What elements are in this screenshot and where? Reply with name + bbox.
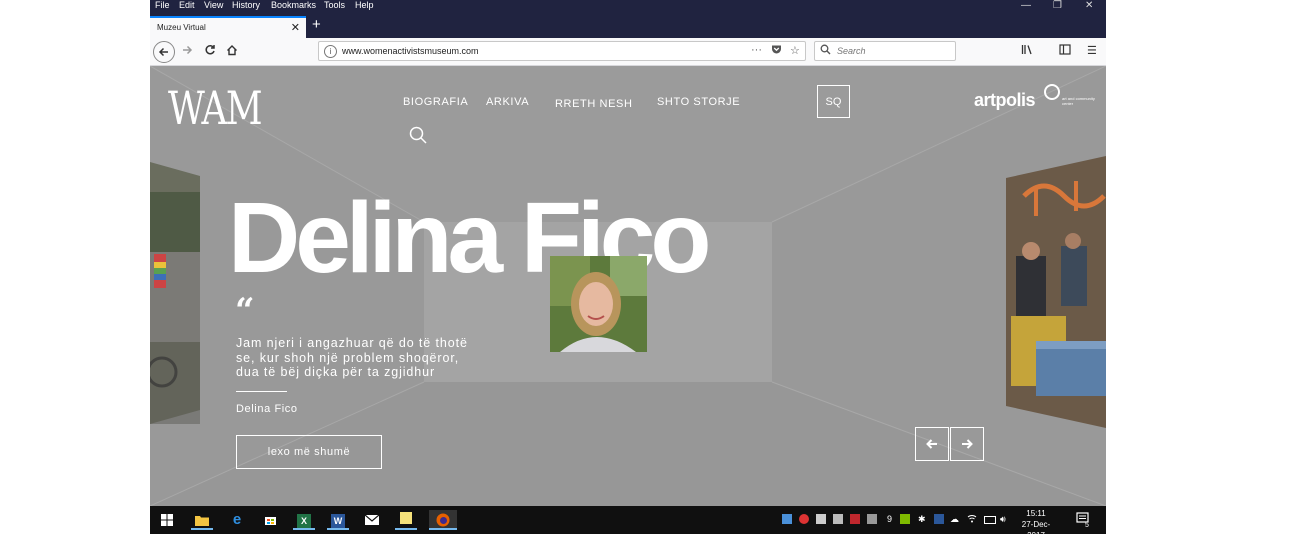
tray-pdf-icon[interactable] — [850, 514, 860, 527]
file-explorer-icon[interactable] — [191, 510, 213, 530]
library-icon[interactable] — [1021, 44, 1033, 58]
menu-tools[interactable]: Tools — [324, 0, 345, 11]
arrow-right-icon — [962, 439, 973, 449]
tray-word-icon[interactable] — [934, 514, 944, 527]
quote-text: Jam njeri i angazhuar që do të thotë se,… — [236, 336, 496, 380]
clock-time: 15:11 — [1026, 509, 1046, 518]
home-icon — [227, 45, 237, 56]
close-window-button[interactable]: ✕ — [1085, 0, 1093, 11]
tray-count-badge[interactable]: 9 — [887, 514, 892, 525]
excel-icon[interactable]: X — [293, 510, 315, 530]
quote-divider — [236, 391, 287, 392]
quote-line-1: Jam njeri i angazhuar që do të thotë — [236, 336, 468, 350]
forward-button[interactable] — [177, 42, 197, 62]
forward-arrow-icon — [183, 45, 193, 55]
mail-icon[interactable] — [361, 510, 383, 530]
windows-taskbar: e X W 9 ✱ ☁ 🔊︎ 15:11 27-Dec- 5 — [150, 506, 1106, 534]
sidebar-icon[interactable] — [1059, 44, 1071, 58]
browser-window: File Edit View History Bookmarks Tools H… — [150, 0, 1106, 534]
word-icon[interactable]: W — [327, 510, 349, 530]
clock-date: 27-Dec-2017 — [1021, 520, 1051, 534]
search-bar[interactable] — [814, 41, 956, 61]
menu-edit[interactable]: Edit — [179, 0, 195, 11]
pocket-icon[interactable] — [771, 44, 782, 58]
tab-close-icon[interactable]: ✕ — [291, 21, 300, 34]
wam-logo[interactable]: WAM — [168, 82, 263, 134]
tray-app-icon-2[interactable] — [799, 514, 809, 527]
quote-line-2: se, kur shoh një problem shoqëror, — [236, 350, 460, 365]
language-button[interactable]: SQ — [817, 85, 850, 118]
back-arrow-icon — [158, 47, 168, 57]
search-input[interactable] — [835, 45, 949, 57]
read-more-button[interactable]: lexo më shumë — [236, 435, 382, 469]
system-clock[interactable]: 15:11 27-Dec-2017 — [1016, 508, 1056, 534]
tab-title: Muzeu Virtual — [157, 23, 206, 32]
artpolis-subtitle: art and community center — [1062, 96, 1095, 106]
site-search-icon[interactable] — [409, 126, 427, 149]
onedrive-icon[interactable]: ☁ — [950, 514, 959, 525]
artpolis-logo[interactable]: artpolis — [974, 90, 1036, 111]
tray-app-icon-5[interactable] — [867, 514, 877, 527]
tray-app-icon-6[interactable] — [900, 514, 910, 527]
hamburger-menu-icon[interactable]: ☰ — [1087, 44, 1097, 57]
volume-icon[interactable]: 🔊︎ — [1000, 514, 1006, 525]
nav-arkiva[interactable]: ARKIVA — [486, 96, 529, 108]
reload-icon — [205, 45, 215, 55]
windows-logo-icon — [161, 514, 173, 526]
tray-app-icon-1[interactable] — [782, 514, 792, 527]
quote-author: Delina Fico — [236, 403, 298, 415]
minimize-button[interactable]: — — [1021, 0, 1031, 11]
bookmark-star-icon[interactable]: ☆ — [790, 44, 800, 57]
page-actions-icon[interactable]: ··· — [751, 44, 762, 56]
quote-mark: “ — [235, 291, 255, 331]
new-tab-button[interactable]: + — [312, 17, 321, 32]
left-gallery-photo[interactable] — [150, 162, 200, 424]
arrow-left-icon — [926, 439, 937, 449]
site-info-icon[interactable]: i — [324, 45, 337, 58]
start-button[interactable] — [156, 510, 178, 530]
tray-app-icon-3[interactable] — [816, 514, 826, 527]
bluetooth-icon[interactable]: ✱ — [918, 514, 926, 525]
navigation-toolbar: i www.womenactivistsmuseum.com ··· ☆ ☰ — [150, 38, 1106, 66]
nav-biografia[interactable]: BIOGRAFIA — [403, 96, 468, 108]
notification-count-badge: 5 — [1085, 522, 1089, 529]
quote-line-3: dua të bëj diçka për ta zgjidhur — [236, 365, 436, 379]
back-button[interactable] — [153, 41, 175, 63]
wifi-icon[interactable] — [967, 514, 977, 526]
url-text[interactable]: www.womenactivistsmuseum.com — [342, 46, 479, 56]
portrait-photo[interactable] — [550, 256, 647, 352]
store-icon[interactable] — [259, 510, 281, 530]
menu-history[interactable]: History — [232, 0, 260, 11]
menu-bookmarks[interactable]: Bookmarks — [271, 0, 316, 11]
menu-bar: File Edit View History Bookmarks Tools H… — [150, 0, 1106, 14]
tray-app-icon-4[interactable] — [833, 514, 843, 527]
next-slide-button[interactable] — [950, 427, 984, 461]
menu-file[interactable]: File — [155, 0, 170, 11]
battery-icon[interactable] — [984, 514, 996, 527]
url-bar[interactable]: i www.womenactivistsmuseum.com ··· ☆ — [318, 41, 806, 61]
menu-view[interactable]: View — [204, 0, 223, 11]
tab-strip: Muzeu Virtual ✕ + — [150, 14, 1106, 38]
home-button[interactable] — [222, 42, 242, 62]
previous-slide-button[interactable] — [915, 427, 949, 461]
search-icon — [820, 44, 831, 58]
menu-help[interactable]: Help — [355, 0, 374, 11]
restore-button[interactable]: ❐ — [1053, 0, 1062, 11]
nav-shto-storje[interactable]: SHTO STORJE — [657, 96, 740, 108]
edge-browser-icon[interactable]: e — [226, 510, 248, 530]
firefox-icon[interactable] — [429, 510, 457, 530]
web-page: WAM BIOGRAFIA ARKIVA RRETH NESH SHTO STO… — [150, 66, 1106, 506]
reload-button[interactable] — [200, 42, 220, 62]
nav-rreth-nesh[interactable]: RRETH NESH — [555, 98, 633, 110]
right-gallery-photo[interactable] — [1006, 156, 1106, 428]
artpolis-circle-icon — [1044, 84, 1060, 100]
sticky-notes-icon[interactable] — [395, 510, 417, 530]
tab-muzeu-virtual[interactable]: Muzeu Virtual ✕ — [150, 16, 306, 38]
